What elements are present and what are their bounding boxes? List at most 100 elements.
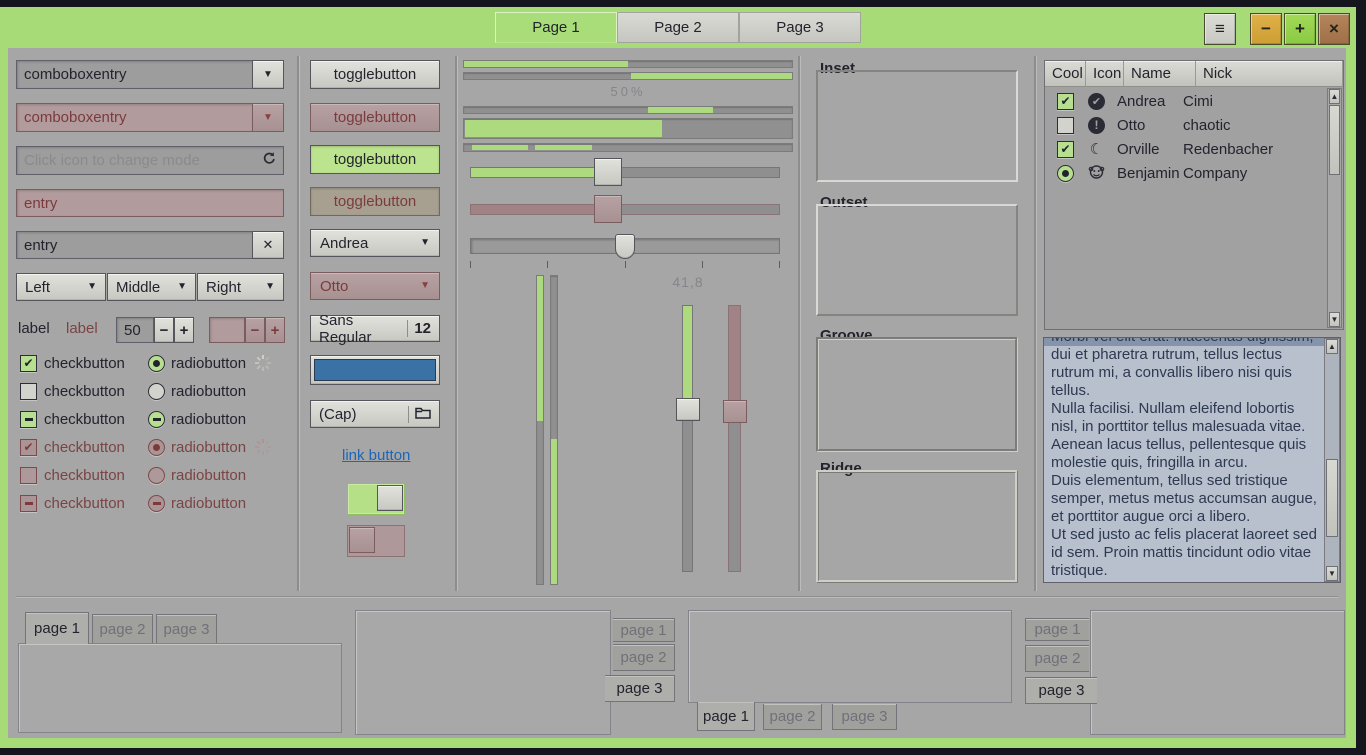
table-row[interactable]: ✔ ☾ Orville Redenbacher [1045,137,1327,161]
chevron-down-icon: ▼ [263,113,273,123]
maximize-button[interactable]: + [1284,13,1316,45]
hscale-marks-handle[interactable] [615,234,635,259]
tree-header-nick[interactable]: Nick [1196,61,1343,87]
scrollbar-thumb[interactable] [1329,105,1340,175]
header-tabs: Page 1 Page 2 Page 3 [495,12,861,43]
scale-mark [625,261,626,268]
notebook2-tab-page3[interactable]: page 3 [605,675,675,702]
togglebutton-active[interactable]: togglebutton [310,145,440,174]
notebook3-tab-page2[interactable]: page 2 [763,704,822,730]
paned-separator[interactable] [1034,56,1037,591]
minimize-button[interactable]: − [1250,13,1282,45]
row-checkbox-checked[interactable]: ✔ [1057,93,1074,110]
radio-unchecked[interactable] [148,383,165,400]
entry-clear-button[interactable]: ✕ [252,231,284,259]
comboboxentry-dropdown-button[interactable]: ▼ [252,60,284,89]
table-row[interactable]: ! Otto chaotic [1045,113,1327,137]
radio-checked[interactable] [148,355,165,372]
notebook2-tab-page1[interactable]: page 1 [613,618,675,642]
notebook4-tab-page3[interactable]: page 3 [1025,677,1097,704]
scroll-up-icon[interactable]: ▲ [1326,339,1338,354]
spinbutton-minus-button[interactable]: − [154,317,174,343]
progressbar-segmented [463,143,793,152]
close-button[interactable]: × [1318,13,1350,45]
table-row[interactable]: Benjamin Company [1045,161,1327,185]
tree-header-cool[interactable]: Cool [1045,61,1086,87]
vscale-disabled-handle [723,400,747,423]
menu-button[interactable]: ≡ [1204,13,1236,45]
row-radio-checked[interactable] [1057,165,1074,182]
checkbox-mixed-disabled [20,495,37,512]
font-button[interactable]: Sans Regular 12 [310,315,440,342]
cell-nick: Company [1183,165,1247,182]
checkbutton-label: checkbutton [44,411,125,428]
scroll-down-icon[interactable]: ▼ [1326,566,1338,581]
spinbutton-value[interactable]: 50 [116,317,154,343]
spinner-icon [254,354,272,376]
tree-header-name[interactable]: Name [1124,61,1196,87]
vscale-track[interactable] [682,305,693,572]
text-line: Ut sed justo ac felis placerat laoreet s… [1044,526,1340,544]
hscale-track[interactable] [470,167,780,178]
dropdown-middle[interactable]: Middle▼ [107,273,196,301]
notebook3-tab-page3[interactable]: page 3 [832,704,897,730]
combobox[interactable]: Andrea▼ [310,229,440,257]
checkbox-checked[interactable]: ✔ [20,355,37,372]
togglebutton[interactable]: togglebutton [310,60,440,89]
tree-scrollbar[interactable]: ▲ ▼ [1327,88,1342,328]
entry[interactable]: entry [16,231,253,259]
textview[interactable]: Morbi vel elit erat. Maecenas dignissim,… [1043,337,1341,583]
tree-header: Cool Icon Name Nick [1045,61,1343,87]
checkbutton-label: checkbutton [44,383,125,400]
text-line-selected: Morbi vel elit erat. Maecenas dignissim, [1044,337,1340,346]
checkbox-mixed[interactable] [20,411,37,428]
tab-page-1[interactable]: Page 1 [495,12,617,43]
notebook1-tab-page2[interactable]: page 2 [92,614,153,643]
scrollbar-thumb[interactable] [1326,459,1338,537]
separator [297,56,300,591]
switch-on[interactable] [347,483,405,515]
row-checkbox-checked[interactable]: ✔ [1057,141,1074,158]
cell-name: Andrea [1117,93,1183,110]
dropdown-left[interactable]: Left▼ [16,273,106,301]
file-chooser-button[interactable]: (Cap) [310,400,440,428]
notebook4-tab-page2[interactable]: page 2 [1025,645,1089,672]
spinbutton-plus-button[interactable]: + [174,317,194,343]
icon-entry[interactable]: Click icon to change mode [16,146,284,175]
font-size: 12 [414,320,431,337]
textview-scrollbar[interactable]: ▲ ▼ [1324,338,1340,582]
scroll-up-icon[interactable]: ▲ [1329,89,1340,104]
tab-page-2[interactable]: Page 2 [617,12,739,43]
switch-knob [349,527,375,553]
checkbox-unchecked[interactable] [20,383,37,400]
hscale-handle[interactable] [594,158,622,186]
table-row[interactable]: ✔ ✔ Andrea Cimi [1045,89,1327,113]
progressbar-rtl [463,72,793,80]
hscale-disabled-handle [594,195,622,223]
notebook1-tab-page1[interactable]: page 1 [25,612,89,644]
notebook1-page [18,643,342,733]
tree-header-icon[interactable]: Icon [1086,61,1124,87]
notebook1-tab-page3[interactable]: page 3 [156,614,217,643]
comboboxentry-input[interactable]: comboboxentry [16,60,253,89]
scroll-down-icon[interactable]: ▼ [1329,312,1340,327]
notebook4-tab-page1[interactable]: page 1 [1025,618,1089,641]
vscale-handle[interactable] [676,398,700,421]
progressbar-tall [463,118,793,139]
tab-page-3[interactable]: Page 3 [739,12,861,43]
refresh-icon[interactable] [261,151,276,170]
radio-mixed-disabled [148,495,165,512]
comboboxentry-disabled-input: comboboxentry [16,103,253,132]
link-button[interactable]: link button [342,447,410,464]
minimize-icon: − [1261,19,1271,39]
vprogressbar-top [536,275,544,585]
spinner-disabled-icon [254,438,272,460]
dropdown-right[interactable]: Right▼ [197,273,284,301]
row-checkbox-unchecked[interactable] [1057,117,1074,134]
radiobutton-label: radiobutton [171,495,246,512]
color-button[interactable] [310,355,440,385]
radio-mixed[interactable] [148,411,165,428]
hscale-disabled-track [470,204,780,215]
notebook3-tab-page1[interactable]: page 1 [697,702,755,731]
notebook2-tab-page2[interactable]: page 2 [613,644,675,671]
